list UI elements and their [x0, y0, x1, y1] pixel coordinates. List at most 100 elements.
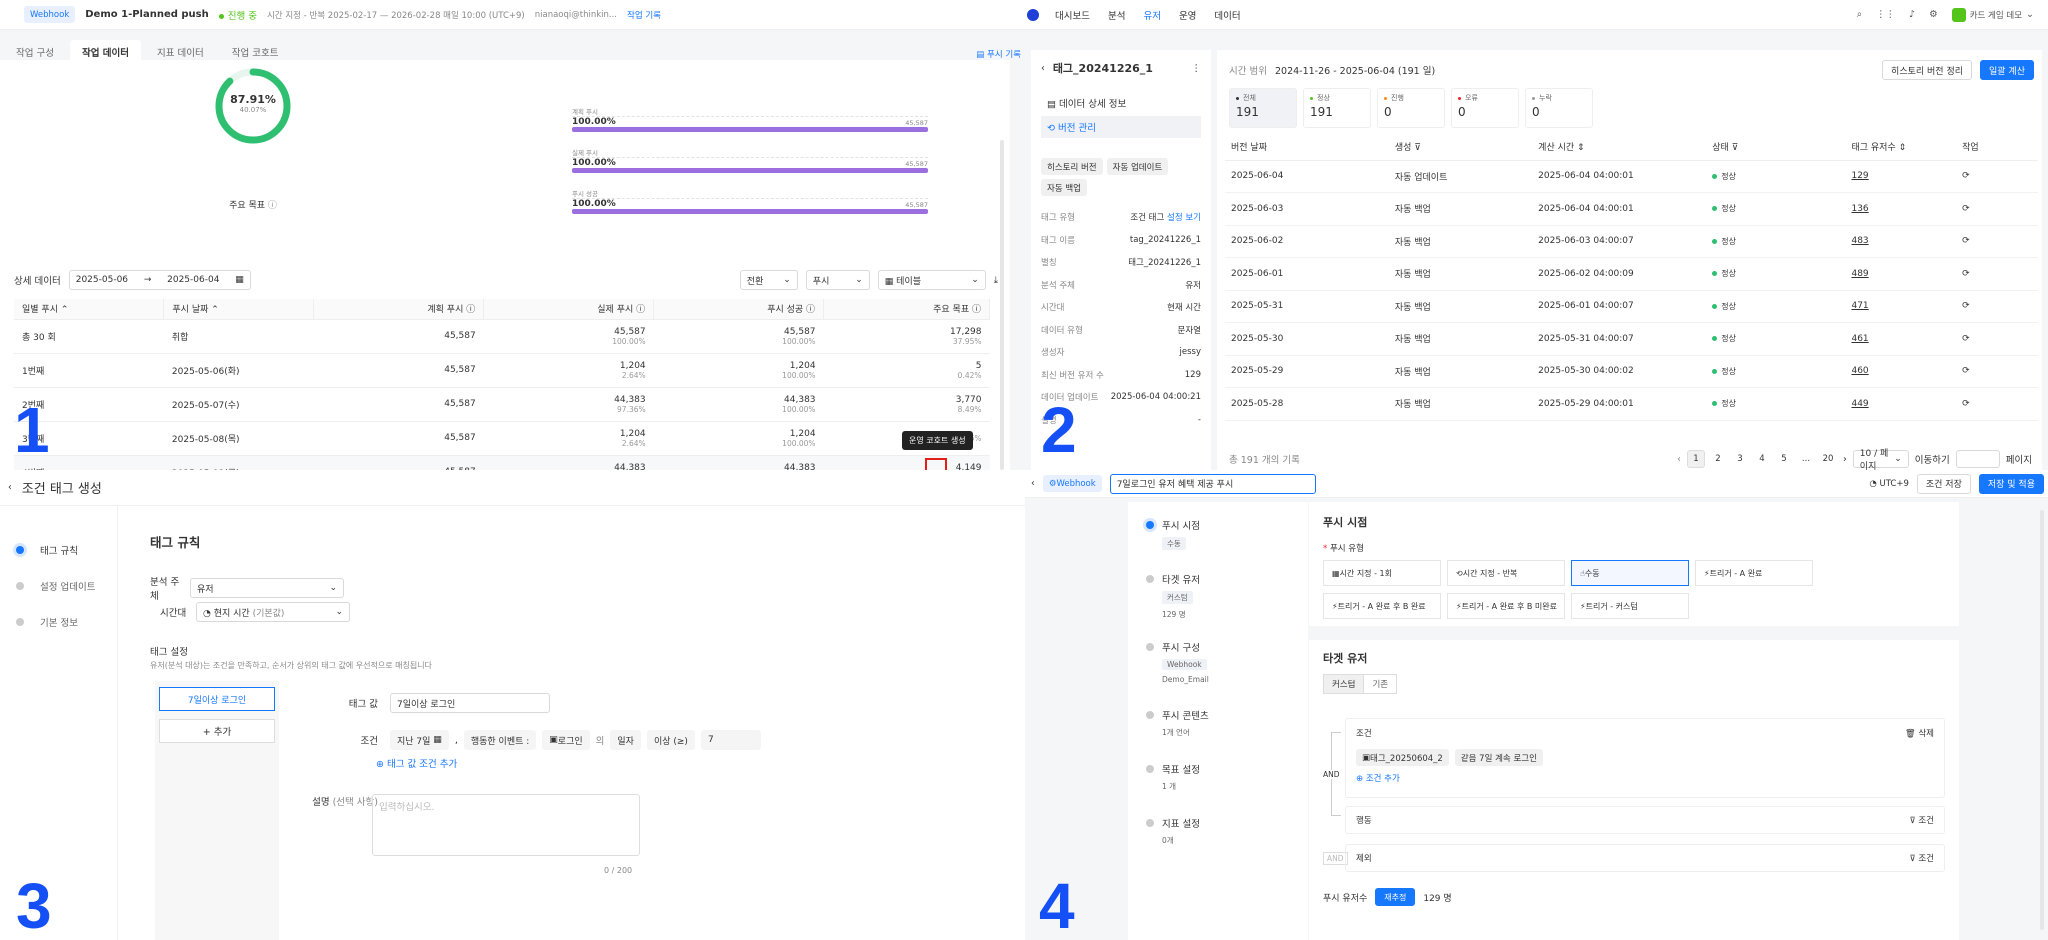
push-step[interactable]: 목표 설정 1 개	[1146, 762, 1308, 816]
add-condition-link[interactable]: ⊕ 조건 추가	[1356, 772, 1934, 784]
user-count-link[interactable]: 129	[1845, 160, 1956, 193]
page-button[interactable]: 3	[1731, 450, 1749, 468]
event-type-select[interactable]: 행동한 이벤트 :	[463, 730, 537, 750]
refresh-icon[interactable]: ⟳	[1962, 236, 1970, 246]
push-step[interactable]: 푸시 콘텐츠 1개 언어	[1146, 708, 1308, 762]
status-stat-card[interactable]: 진행 0	[1377, 88, 1445, 128]
push-type-option[interactable]: ☝ 수동	[1571, 560, 1689, 586]
time-range-select[interactable]: 지난 7일 ▦	[390, 730, 449, 750]
push-log-link[interactable]: ▤ 푸시 기록	[976, 48, 1021, 60]
date-range-picker[interactable]: 2025-05-06 → 2025-06-04 ▦	[68, 270, 251, 290]
column-header[interactable]: 계획 푸시 ⓘ	[313, 299, 485, 319]
page-button[interactable]: 2	[1709, 450, 1727, 468]
app-logo-icon[interactable]	[1027, 8, 1039, 21]
add-tag-button[interactable]: + 추가	[159, 719, 275, 743]
back-icon[interactable]: ‹	[8, 482, 12, 493]
goto-input[interactable]	[1955, 450, 2000, 468]
column-header[interactable]: 푸시 날짜 ⌃	[163, 299, 315, 319]
column-header[interactable]: 실제 푸시 ⓘ	[483, 299, 655, 319]
scrollbar[interactable]	[2040, 510, 2044, 930]
user-count-link[interactable]: 449	[1845, 388, 1956, 421]
value-input[interactable]: 7	[700, 730, 761, 750]
push-type-option[interactable]: ⚡ 트리거 - 커스텀	[1571, 593, 1689, 619]
bell-icon[interactable]: ♪	[1909, 9, 1915, 20]
page-button[interactable]: 5	[1775, 450, 1793, 468]
column-header[interactable]: 계산 시간 ⇕	[1532, 134, 1706, 160]
property-select[interactable]: 일자	[610, 730, 641, 750]
push-type-option[interactable]: ⚡ 트리거 - A 완료 후 B 미완료	[1447, 593, 1565, 619]
gear-icon[interactable]: ⚙	[1929, 9, 1938, 20]
tag-chip[interactable]: ▣ 태그_20250604_2	[1356, 749, 1449, 766]
page-button[interactable]: ...	[1797, 450, 1815, 468]
add-condition-link[interactable]: ⊕ 태그 값 조건 추가	[376, 756, 457, 770]
convert-select[interactable]: 전환 ⌄	[739, 270, 798, 290]
nav-item[interactable]: 유저	[1143, 8, 1160, 22]
refresh-icon[interactable]: ⟳	[1962, 269, 1970, 279]
refresh-icon[interactable]: ⟳	[1962, 399, 1970, 409]
save-condition-button[interactable]: 조건 저장	[1916, 473, 1971, 494]
tz-select[interactable]: ◔ 현지 시간 (기본값) ⌄	[196, 602, 350, 622]
create-cohort-button[interactable]	[925, 458, 947, 470]
column-header[interactable]: 생성 ⊽	[1389, 134, 1532, 160]
user-count-link[interactable]: 461	[1845, 323, 1956, 356]
next-page-icon[interactable]: ›	[1843, 454, 1847, 465]
exclude-condition-button[interactable]: ⊽ 조건	[1909, 852, 1934, 864]
push-step[interactable]: 푸시 구성 Webhook Demo_Email	[1146, 640, 1308, 708]
column-header[interactable]: 작업	[1956, 134, 2038, 160]
column-header[interactable]: 주요 목표 ⓘ	[823, 299, 990, 319]
user-count-link[interactable]: 489	[1845, 258, 1956, 291]
tag-list-item[interactable]: 7일이상 로그인	[159, 687, 275, 711]
clean-history-button[interactable]: 히스토리 버전 정리	[1882, 60, 1973, 80]
recalc-button[interactable]: 재추정	[1375, 888, 1416, 906]
user-count-link[interactable]: 136	[1845, 193, 1956, 226]
nav-item[interactable]: 분석	[1108, 8, 1125, 22]
more-icon[interactable]: ⋮	[1192, 63, 1202, 74]
side-link-versions[interactable]: ⟲ 버전 관리	[1041, 116, 1201, 138]
tab-custom[interactable]: 커스텀	[1323, 674, 1365, 694]
event-select[interactable]: ▣ 로그인	[542, 730, 590, 750]
push-type-option[interactable]: ⚡ 트리거 - A 완료 후 B 완료	[1323, 593, 1441, 619]
apps-grid-icon[interactable]: ⋮⋮	[1876, 9, 1895, 20]
column-header[interactable]: 일별 푸시 ⌃	[14, 299, 165, 319]
page-button[interactable]: 1	[1686, 450, 1705, 468]
prev-page-icon[interactable]: ‹	[1677, 454, 1681, 465]
back-icon[interactable]: ‹	[1031, 478, 1035, 489]
push-type-option[interactable]: ▦ 시간 지정 - 1회	[1323, 560, 1441, 586]
view-settings-link[interactable]: 설정 보기	[1167, 213, 1201, 223]
step-basic[interactable]: 기본 정보	[0, 604, 117, 640]
operator-select[interactable]: 이상 (≥)	[646, 730, 695, 750]
column-header[interactable]: 버전 날짜	[1225, 134, 1389, 160]
user-count-link[interactable]: 483	[1845, 225, 1956, 258]
search-icon[interactable]: ⌕	[1857, 9, 1862, 20]
delete-button[interactable]: 🗑 삭제	[1905, 727, 1934, 739]
nav-item[interactable]: 대시보드	[1055, 8, 1090, 22]
refresh-icon[interactable]: ⟳	[1962, 334, 1970, 344]
page-size-select[interactable]: 10 / 페이지 ⌄	[1852, 449, 1909, 470]
user-count-link[interactable]: 460	[1845, 355, 1956, 388]
column-header[interactable]: 푸시 성공 ⓘ	[653, 299, 825, 319]
push-step[interactable]: 타겟 유저 커스텀 129 명	[1146, 572, 1308, 640]
refresh-icon[interactable]: ⟳	[1962, 301, 1970, 311]
company-switcher[interactable]: 카드 게임 데모 ⌄	[1951, 7, 2034, 22]
batch-calc-button[interactable]: 일괄 계산	[1980, 60, 2034, 80]
push-type-option[interactable]: ⚡ 트리거 - A 완료	[1695, 560, 1813, 586]
push-name-input[interactable]: 7일로그인 유저 혜택 제공 푸시	[1109, 473, 1316, 494]
tab-existing[interactable]: 기존	[1364, 674, 1398, 694]
refresh-icon[interactable]: ⟳	[1962, 204, 1970, 214]
column-header[interactable]: 태그 유저수 ⇕	[1845, 134, 1956, 160]
subject-select[interactable]: 유저 ⌄	[190, 578, 344, 598]
status-stat-card[interactable]: 전체 191	[1229, 88, 1297, 128]
column-header[interactable]: 상태 ⊽	[1706, 134, 1845, 160]
tag-value-input[interactable]: 7일이상 로그인	[390, 693, 550, 713]
view-select[interactable]: ▦ 테이블 ⌄	[877, 270, 986, 290]
task-log-link[interactable]: 작업 기록	[627, 9, 661, 21]
push-step[interactable]: 푸시 시점 수동	[1146, 518, 1308, 572]
status-stat-card[interactable]: 오류 0	[1451, 88, 1519, 128]
page-button[interactable]: 4	[1753, 450, 1771, 468]
refresh-icon[interactable]: ⟳	[1962, 171, 1970, 181]
back-icon[interactable]: ‹	[1041, 63, 1045, 74]
save-apply-button[interactable]: 저장 및 적용	[1978, 473, 2044, 494]
refresh-icon[interactable]: ⟳	[1962, 366, 1970, 376]
description-textarea[interactable]: 입력하십시오.	[372, 794, 640, 856]
status-stat-card[interactable]: 누락 0	[1525, 88, 1593, 128]
